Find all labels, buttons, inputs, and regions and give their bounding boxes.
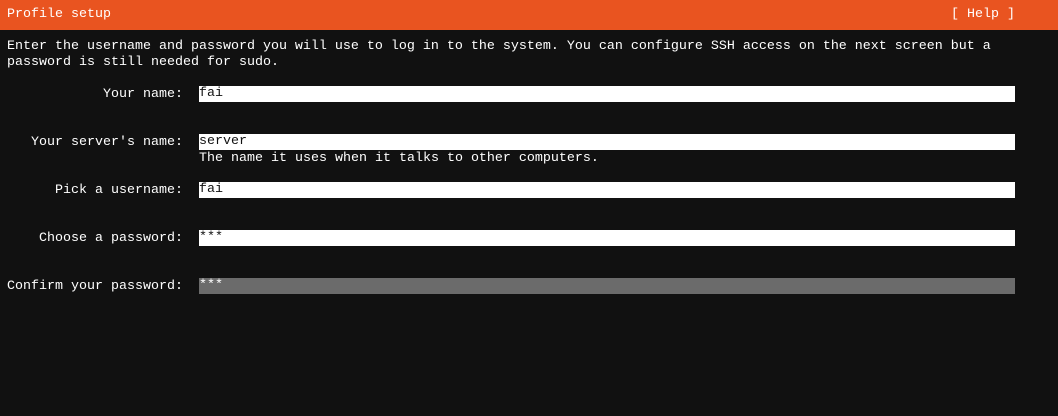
your-name-input[interactable]: fai xyxy=(199,86,1015,102)
server-name-label: Your server's name: xyxy=(31,135,183,150)
intro-text: Enter the username and password you will… xyxy=(7,39,991,71)
username-label: Pick a username: xyxy=(55,183,183,198)
title-bar: Profile setup [ Help ] xyxy=(0,0,1058,30)
help-button[interactable]: [ Help ] xyxy=(951,7,1015,23)
password-label: Choose a password: xyxy=(39,231,183,246)
server-name-input[interactable]: server xyxy=(199,134,1015,150)
server-name-hint: The name it uses when it talks to other … xyxy=(199,151,599,166)
page-title: Profile setup xyxy=(7,7,111,22)
intro-line-2: password is still needed for sudo. xyxy=(7,55,279,70)
confirm-password-input[interactable]: *** xyxy=(199,278,1015,294)
confirm-password-label: Confirm your password: xyxy=(7,279,183,294)
intro-line-1: Enter the username and password you will… xyxy=(7,39,991,54)
username-input[interactable]: fai xyxy=(199,182,1015,198)
your-name-label: Your name: xyxy=(103,87,183,102)
password-input[interactable]: *** xyxy=(199,230,1015,246)
